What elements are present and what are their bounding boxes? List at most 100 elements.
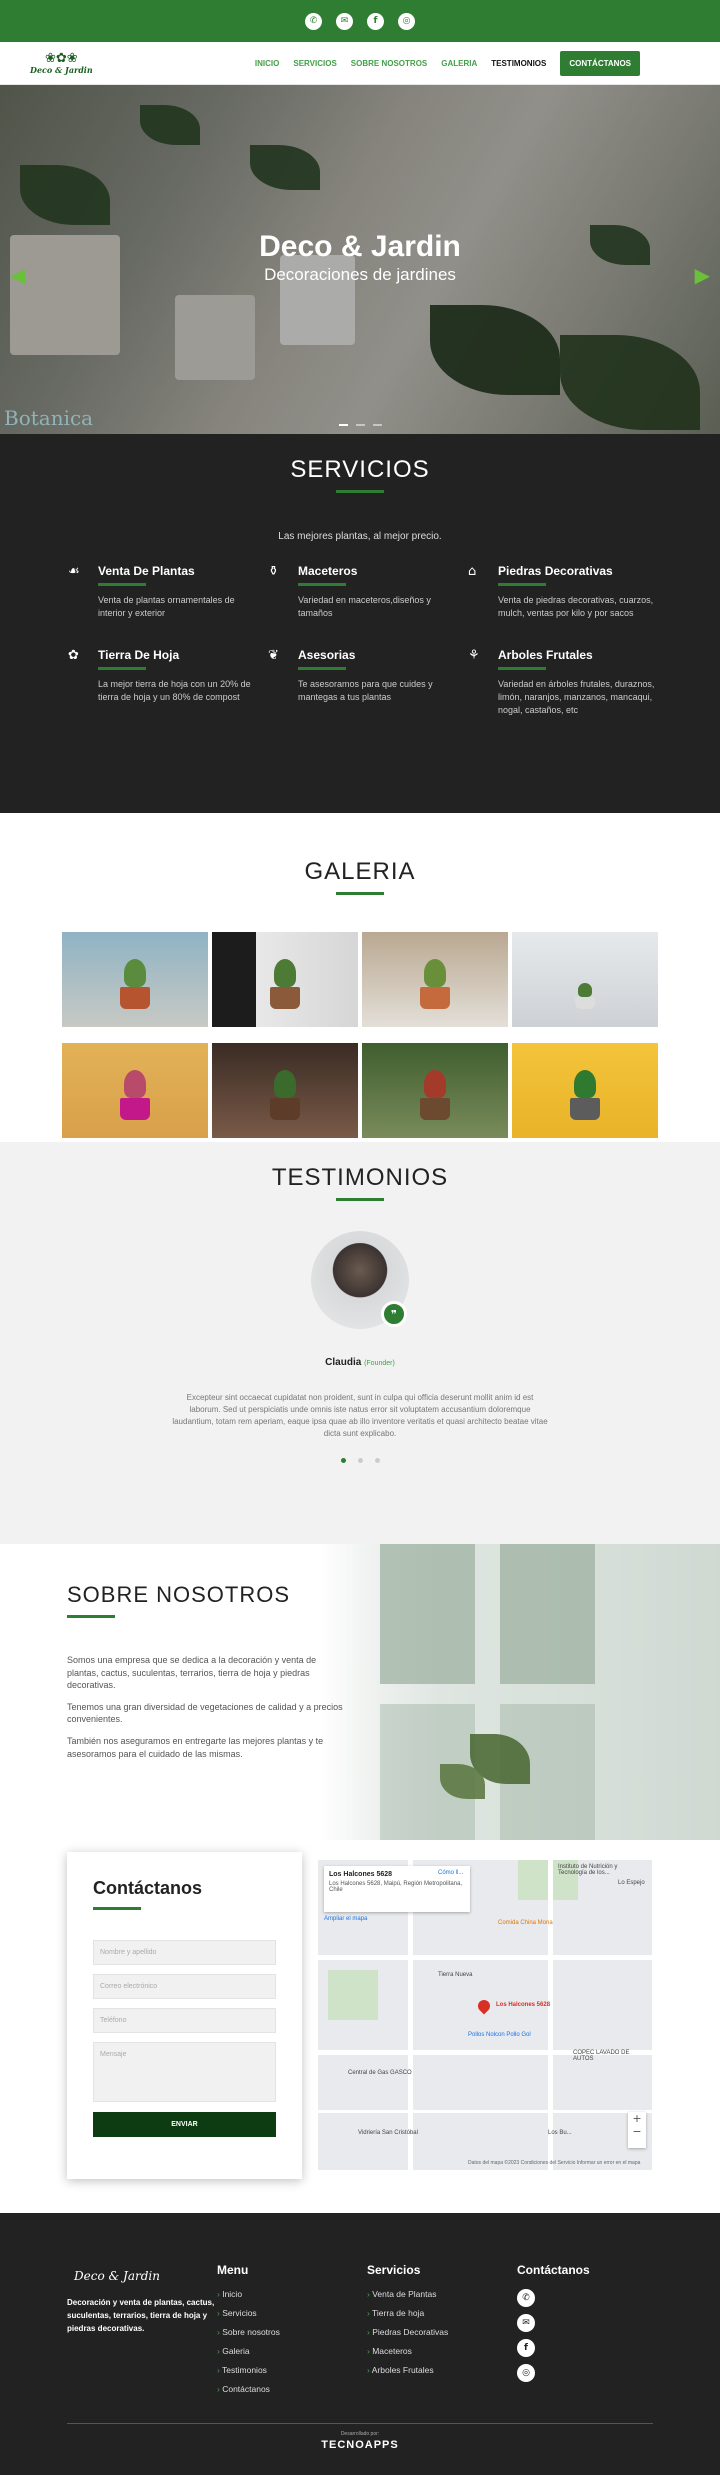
whatsapp-icon[interactable]: ✆ bbox=[517, 2289, 535, 2307]
footer-menu-link[interactable]: Contáctanos bbox=[217, 2384, 280, 2394]
footer-logo-text: Deco & Jardin bbox=[74, 2269, 160, 2283]
map-directions-link[interactable]: Cómo ll... bbox=[438, 1870, 463, 1876]
map-pin-icon[interactable] bbox=[475, 1997, 493, 2015]
footer-credit-brand[interactable]: TECNOAPPS bbox=[0, 2439, 720, 2451]
footer-service-link[interactable]: Tierra de hoja bbox=[367, 2308, 448, 2318]
service-text: Venta de piedras decorativas, cuarzos, m… bbox=[498, 595, 654, 619]
gallery-photo-window[interactable] bbox=[212, 1043, 358, 1138]
footer-service-link[interactable]: Maceteros bbox=[367, 2346, 448, 2356]
service-title: Arboles Frutales bbox=[498, 648, 593, 663]
phone-field[interactable]: Teléfono bbox=[93, 2008, 276, 2033]
service-title: Asesorias bbox=[298, 648, 356, 663]
gallery-photo-yellow[interactable] bbox=[62, 1043, 208, 1138]
about-paragraph: Somos una empresa que se dedica a la dec… bbox=[67, 1655, 317, 1691]
service-title: Piedras Decorativas bbox=[498, 564, 613, 578]
testimonial-pagination bbox=[0, 1458, 720, 1463]
gallery-photo-white[interactable] bbox=[512, 932, 658, 1027]
gallery-section: GALERIA bbox=[0, 813, 720, 1142]
send-button[interactable]: ENVIAR bbox=[93, 2112, 276, 2137]
gallery-grid bbox=[62, 932, 720, 1138]
footer-menu-link[interactable]: Sobre nosotros bbox=[217, 2327, 280, 2337]
facebook-icon[interactable]: f bbox=[367, 12, 384, 30]
map-address: Los Halcones 5628, Maipú, Región Metropo… bbox=[329, 1881, 463, 1893]
testimonial-author: Claudia (Founder) bbox=[0, 1357, 720, 1368]
testimonial-dot[interactable] bbox=[357, 1458, 363, 1463]
seedling-icon: ✿ bbox=[68, 648, 79, 664]
footer-credit: Desarrollado por: bbox=[340, 2431, 380, 2437]
hero-prev-arrow-icon[interactable]: ◀ bbox=[10, 263, 25, 287]
email-icon[interactable]: ✉ bbox=[517, 2314, 535, 2332]
map-zoom-control[interactable]: + − bbox=[628, 2112, 646, 2148]
footer-contact-title: Contáctanos bbox=[517, 2263, 590, 2277]
nav-link-galeria[interactable]: GALERIA bbox=[441, 59, 477, 68]
testimonial-name: Claudia bbox=[325, 1357, 362, 1368]
hero-next-arrow-icon[interactable]: ▶ bbox=[695, 263, 710, 287]
email-field[interactable]: Correo electrónico bbox=[93, 1974, 276, 1999]
testimonial-quote: Excepteur sint occaecat cupidatat non pr… bbox=[172, 1393, 548, 1438]
gallery-photo-garden[interactable] bbox=[362, 1043, 508, 1138]
hero-subtitle: Decoraciones de jardines bbox=[264, 265, 456, 284]
service-title: Tierra De Hoja bbox=[98, 648, 180, 663]
tree-icon: ⚘ bbox=[468, 648, 480, 664]
about-paragraph: Tenemos una gran diversidad de vegetacio… bbox=[67, 1701, 343, 1725]
footer-menu-link[interactable]: Inicio bbox=[217, 2289, 280, 2299]
whatsapp-icon[interactable]: ✆ bbox=[305, 12, 322, 30]
nav-link-sobre-nosotros[interactable]: SOBRE NOSOTROS bbox=[351, 59, 427, 68]
facebook-icon[interactable]: f bbox=[517, 2339, 535, 2357]
footer-menu-link[interactable]: Galeria bbox=[217, 2346, 280, 2356]
flowerpot-icon: ⚱ bbox=[268, 564, 279, 579]
footer-service-link[interactable]: Piedras Decorativas bbox=[367, 2327, 448, 2337]
footer-menu-title: Menu bbox=[217, 2263, 249, 2277]
service-item: ✿ Tierra De Hoja La mejor tierra de hoja … bbox=[68, 648, 268, 717]
instagram-icon[interactable]: ◎ bbox=[398, 12, 415, 30]
title-underline bbox=[67, 1615, 115, 1618]
map-enlarge-link[interactable]: Ampliar el mapa bbox=[324, 1916, 367, 1922]
nav-link-testimonios[interactable]: TESTIMONIOS bbox=[491, 59, 546, 68]
plant-hand-icon: ☙ bbox=[68, 564, 80, 579]
service-text: Venta de plantas ornamentales de interio… bbox=[98, 595, 235, 619]
service-text: Variedad en árboles frutales, duraznos, … bbox=[498, 679, 655, 716]
message-field[interactable]: Mensaje bbox=[93, 2042, 276, 2102]
footer-menu-link[interactable]: Servicios bbox=[217, 2308, 280, 2318]
name-field[interactable]: Nombre y apellido bbox=[93, 1940, 276, 1965]
nav-link-inicio[interactable]: INICIO bbox=[255, 59, 279, 68]
hero-dot[interactable] bbox=[338, 424, 348, 426]
logo-text: Deco & Jardin bbox=[30, 64, 93, 75]
footer-service-link[interactable]: Arboles Frutales bbox=[367, 2365, 448, 2375]
service-text: Te asesoramos para que cuides y mantegas… bbox=[298, 679, 433, 703]
service-title: Venta De Plantas bbox=[98, 564, 195, 578]
hero-dot[interactable] bbox=[372, 424, 382, 426]
nav-link-servicios[interactable]: SERVICIOS bbox=[293, 59, 336, 68]
footer-menu-link[interactable]: Testimonios bbox=[217, 2365, 280, 2375]
gallery-photo-table[interactable] bbox=[362, 932, 508, 1027]
testimonial-dot[interactable] bbox=[340, 1458, 346, 1463]
footer-about: Decoración y venta de plantas, cactus, s… bbox=[67, 2298, 215, 2333]
testimonials-section: TESTIMONIOS ❞ Claudia (Founder) Excepteu… bbox=[0, 1142, 720, 1544]
footer-service-link[interactable]: Venta de Plantas bbox=[367, 2289, 448, 2299]
services-title: SERVICIOS bbox=[290, 456, 430, 483]
hero-title: Deco & Jardin bbox=[259, 230, 461, 263]
footer-services: Servicios Venta de Plantas Tierra de hoj… bbox=[367, 2263, 448, 2384]
hero-book-title: Botanica bbox=[4, 406, 94, 430]
service-item: ❦ Asesorias Te asesoramos para que cuides… bbox=[268, 648, 468, 717]
gallery-photo-sunny[interactable] bbox=[512, 1043, 658, 1138]
hero-dot[interactable] bbox=[355, 424, 365, 426]
gallery-photo-plants[interactable] bbox=[212, 932, 358, 1027]
email-icon[interactable]: ✉ bbox=[336, 12, 353, 30]
map-label: Instituto de Nutrición y Tecnología de l… bbox=[558, 1864, 618, 1876]
footer-services-title: Servicios bbox=[367, 2263, 421, 2277]
instagram-icon[interactable]: ◎ bbox=[517, 2364, 535, 2382]
testimonial-dot[interactable] bbox=[374, 1458, 380, 1463]
nav-contact-button[interactable]: CONTÁCTANOS bbox=[560, 50, 640, 76]
location-map[interactable]: Los Halcones 5628 Los Halcones 5628, Mai… bbox=[318, 1860, 652, 2170]
map-footer: Datos del mapa ©2023 Condiciones del Ser… bbox=[468, 2160, 641, 2166]
service-title: Maceteros bbox=[298, 564, 358, 578]
map-label: Los Bu... bbox=[548, 2130, 572, 2136]
gallery-photo-cactus[interactable] bbox=[62, 932, 208, 1027]
map-label: Vidriería San Cristóbal bbox=[358, 2130, 418, 2136]
services-subtitle: Las mejores plantas, al mejor precio. bbox=[278, 531, 442, 542]
service-text: La mejor tierra de hoja con un 20% de ti… bbox=[98, 679, 251, 703]
hero-slider: Botanica Deco & Jardin Decoraciones de j… bbox=[0, 85, 720, 434]
quote-icon: ❞ bbox=[381, 1301, 407, 1327]
site-logo[interactable]: ❀✿❀ Deco & Jardin bbox=[30, 52, 93, 75]
